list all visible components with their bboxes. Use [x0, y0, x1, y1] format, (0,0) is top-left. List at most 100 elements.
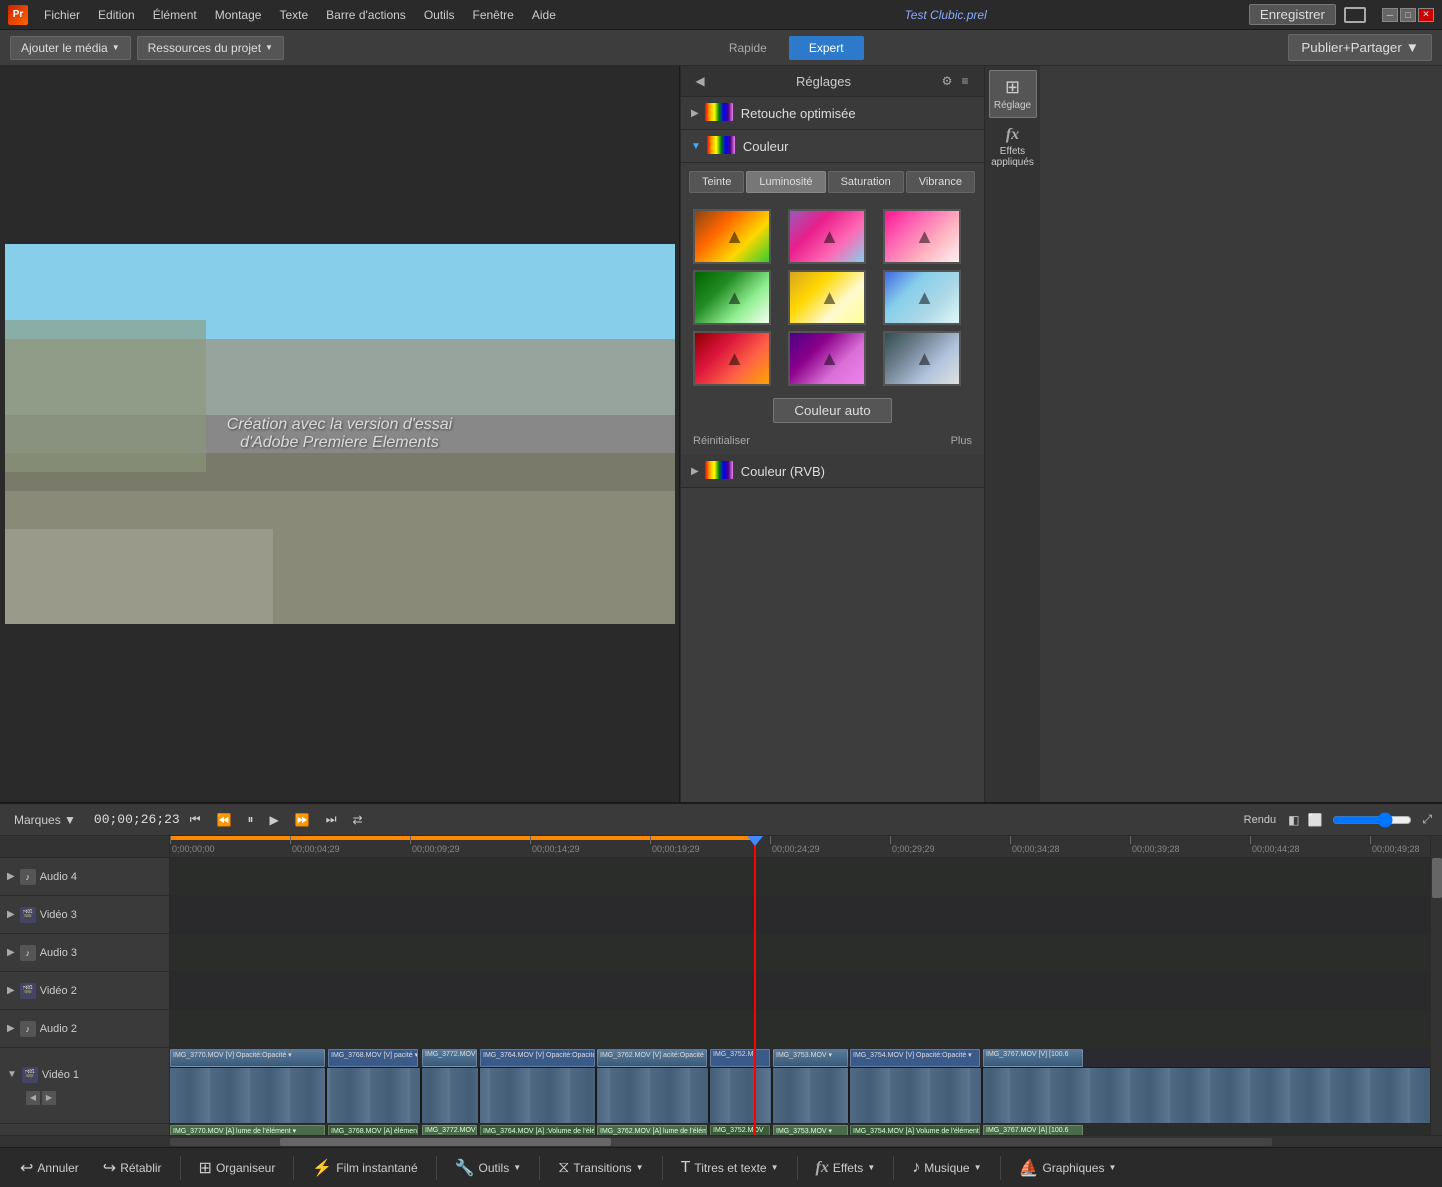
menu-edition[interactable]: Edition: [90, 6, 143, 24]
menu-montage[interactable]: Montage: [207, 6, 270, 24]
timeline-timecode: 00;00;26;23: [94, 812, 180, 827]
swatch-3[interactable]: [883, 209, 961, 264]
menu-fenetre[interactable]: Fenêtre: [465, 6, 522, 24]
clip-a1-1[interactable]: IMG_3770.MOV [A] lume de l'élément ▾: [170, 1125, 325, 1135]
timeline-tracks-area[interactable]: 0;00;00;00 00;00;04;29 00;00;09;29 00;00…: [170, 836, 1430, 1135]
close-button[interactable]: ✕: [1418, 8, 1434, 22]
clip-v1-2[interactable]: IMG_3768.MOV [V] pacité ▾: [328, 1049, 418, 1067]
swatch-8[interactable]: [788, 331, 866, 386]
clip-a1-8[interactable]: IMG_3754.MOV [A] Volume de l'élément ▾: [850, 1125, 980, 1135]
graphiques-button[interactable]: ⛵ Graphiques ▼: [1009, 1154, 1127, 1182]
track-video1-right[interactable]: ▶: [42, 1091, 56, 1105]
clip-v1-5[interactable]: IMG_3762.MOV [V] acité:Opacité ▾: [597, 1049, 707, 1067]
clip-v1-4[interactable]: IMG_3764.MOV [V] Opacité:Opacité ▾: [480, 1049, 595, 1067]
project-title: Test Clubic.prel: [642, 8, 1248, 22]
clip-v1-3[interactable]: IMG_3772.MOV: [422, 1049, 477, 1067]
v-scrollbar[interactable]: [1430, 836, 1442, 1135]
clip-a1-7[interactable]: IMG_3753.MOV ▾: [773, 1125, 848, 1135]
couleur-rvb-section[interactable]: ▶ Couleur (RVB): [681, 455, 984, 488]
track-audio2-toggle[interactable]: ▶: [6, 1022, 16, 1035]
menu-aide[interactable]: Aide: [524, 6, 564, 24]
go-start-button[interactable]: ⏮: [184, 810, 207, 829]
swatch-2[interactable]: [788, 209, 866, 264]
maximize-button[interactable]: □: [1400, 8, 1416, 22]
clip-v1-8[interactable]: IMG_3754.MOV [V] Opacité:Opacité ▾: [850, 1049, 980, 1067]
loop-button[interactable]: ⇄: [347, 811, 369, 829]
outils-button[interactable]: 🔧 Outils ▼: [445, 1154, 532, 1182]
undo-button[interactable]: ↩ Annuler: [10, 1154, 89, 1182]
go-end-button[interactable]: ⏭: [320, 810, 343, 829]
markers-dropdown[interactable]: Marques ▼: [8, 811, 82, 829]
musique-button[interactable]: ♪ Musique ▼: [902, 1155, 991, 1181]
track-audio4-toggle[interactable]: ▶: [6, 870, 16, 883]
swatch-1[interactable]: [693, 209, 771, 264]
timeline-view-btn1[interactable]: ◧: [1286, 811, 1301, 829]
resources-button[interactable]: Ressources du projet ▼: [137, 36, 284, 60]
prev-frame-button[interactable]: ⏪: [211, 811, 238, 829]
effets-button[interactable]: fx Effets ▼: [806, 1155, 886, 1181]
h-scrollbar[interactable]: [0, 1135, 1442, 1147]
menu-barre-actions[interactable]: Barre d'actions: [318, 6, 414, 24]
add-media-button[interactable]: Ajouter le média ▼: [10, 36, 131, 60]
clip-v1-1[interactable]: IMG_3770.MOV [V] Opacité:Opacité ▾: [170, 1049, 325, 1067]
clip-v1-6[interactable]: IMG_3752.M: [710, 1049, 770, 1067]
swatch-7[interactable]: [693, 331, 771, 386]
swatch-4[interactable]: [693, 270, 771, 325]
minimize-button[interactable]: ─: [1382, 8, 1398, 22]
swatch-6[interactable]: [883, 270, 961, 325]
organiseur-button[interactable]: ⊞ Organiseur: [189, 1154, 286, 1182]
clip-a1-4[interactable]: IMG_3764.MOV [A] :Volume de l'élément ▾: [480, 1125, 595, 1135]
retouche-section[interactable]: ▶ Retouche optimisée: [681, 97, 984, 130]
menu-element[interactable]: Élément: [145, 6, 205, 24]
clip-a1-9[interactable]: IMG_3767.MOV [A] [100.6: [983, 1125, 1083, 1135]
ruler-tick-0: 0;00;00;00: [170, 836, 171, 858]
swatch-5[interactable]: [788, 270, 866, 325]
outils-icon: 🔧: [455, 1158, 475, 1178]
track-video2-toggle[interactable]: ▶: [6, 984, 16, 997]
fx-icon: fx: [1006, 126, 1019, 144]
menu-fichier[interactable]: Fichier: [36, 6, 88, 24]
register-button[interactable]: Enregistrer: [1249, 4, 1336, 25]
tab-saturation[interactable]: Saturation: [828, 171, 904, 193]
clip-a1-2[interactable]: IMG_3768.MOV [A] élément ▾: [328, 1125, 418, 1135]
timeline-view-btn2[interactable]: ⬜: [1305, 811, 1324, 829]
clip-v1-7[interactable]: IMG_3753.MOV ▾: [773, 1049, 848, 1067]
tab-rapide[interactable]: Rapide: [709, 36, 787, 60]
publish-button[interactable]: Publier+Partager ▼: [1288, 34, 1432, 61]
plus-button[interactable]: Plus: [951, 435, 972, 447]
couleur-section-header[interactable]: ▼ Couleur: [681, 130, 984, 163]
track-audio2-icon: ♪: [20, 1021, 36, 1037]
redo-button[interactable]: ↪ Rétablir: [93, 1154, 172, 1182]
next-frame-button[interactable]: ⏩: [289, 811, 316, 829]
swatch-9[interactable]: [883, 331, 961, 386]
reinitialiser-button[interactable]: Réinitialiser: [693, 435, 750, 447]
clip-v1-9[interactable]: IMG_3767.MOV [V] [100.6: [983, 1049, 1083, 1067]
track-audio3-toggle[interactable]: ▶: [6, 946, 16, 959]
reglages-back-icon[interactable]: ◀: [691, 72, 709, 90]
track-video1-left[interactable]: ◀: [26, 1091, 40, 1105]
reglages-settings-icon[interactable]: ⚙: [938, 72, 956, 90]
reglages-menu-icon[interactable]: ≡: [956, 72, 974, 90]
clip-a1-6[interactable]: IMG_3752.MOV: [710, 1125, 770, 1135]
clip-a1-5[interactable]: IMG_3762.MOV [A] lume de l'élément ▾: [597, 1125, 707, 1135]
tab-luminosite[interactable]: Luminosité: [746, 171, 825, 193]
pause-button[interactable]: ⏸: [242, 810, 260, 829]
separator-7: [893, 1156, 894, 1180]
track-video3-toggle[interactable]: ▶: [6, 908, 16, 921]
menu-texte[interactable]: Texte: [271, 6, 316, 24]
tab-teinte[interactable]: Teinte: [689, 171, 744, 193]
film-instantane-button[interactable]: ⚡ Film instantané: [302, 1154, 427, 1182]
clip-a1-3[interactable]: IMG_3772.MOV [A: [422, 1125, 477, 1135]
play-button[interactable]: ▶: [264, 811, 285, 829]
sidebar-effets[interactable]: fx Effets appliqués: [989, 120, 1037, 174]
menu-outils[interactable]: Outils: [416, 6, 463, 24]
tab-vibrance[interactable]: Vibrance: [906, 171, 975, 193]
transitions-button[interactable]: ⧖ Transitions ▼: [548, 1155, 653, 1181]
tab-expert[interactable]: Expert: [789, 36, 864, 60]
titres-texte-button[interactable]: T Titres et texte ▼: [671, 1155, 789, 1181]
timeline-zoom-slider[interactable]: [1332, 812, 1412, 828]
track-video1-toggle[interactable]: ▼: [6, 1068, 18, 1081]
couleur-auto-button[interactable]: Couleur auto: [773, 398, 891, 423]
sidebar-reglage[interactable]: ⊞ Réglage: [989, 70, 1037, 118]
timeline-expand-btn[interactable]: ⤢: [1420, 810, 1434, 829]
